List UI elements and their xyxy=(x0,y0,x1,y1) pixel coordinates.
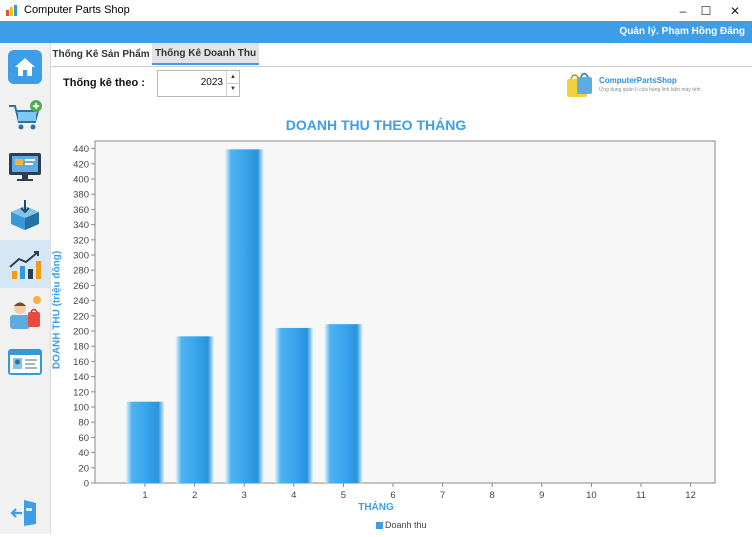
app-icon xyxy=(6,5,17,16)
spinner-arrows: ▲ ▼ xyxy=(226,71,239,96)
legend-label: Doanh thu xyxy=(385,520,427,530)
home-icon xyxy=(8,50,42,84)
filter-label: Thống kê theo : xyxy=(63,77,145,89)
tab-bar: Thống Kê Sản Phẩm Thống Kê Doanh Thu xyxy=(51,43,752,67)
year-spinner[interactable]: 2023 ▲ ▼ xyxy=(157,70,240,97)
shopping-bag-icon xyxy=(567,72,592,97)
logo-name: ComputerPartsShop xyxy=(599,76,677,85)
tab-revenue-statistics[interactable]: Thống Kê Doanh Thu xyxy=(152,43,259,65)
import-box-icon xyxy=(11,200,39,230)
id-card-icon xyxy=(8,349,42,375)
sidebar-item-home[interactable] xyxy=(0,43,50,91)
window-title: Computer Parts Shop xyxy=(24,4,130,16)
spinner-down-button[interactable]: ▼ xyxy=(227,83,239,95)
monitor-icon xyxy=(9,153,41,181)
shop-logo: ComputerPartsShop Ứng dụng quản lí cửa h… xyxy=(564,70,734,98)
logout-button[interactable] xyxy=(0,489,50,537)
close-button[interactable]: ✕ xyxy=(712,0,752,21)
window-titlebar: Computer Parts Shop – ☐ ✕ xyxy=(0,0,752,21)
header-bar: Quản lý. Phạm Hồng Đăng xyxy=(0,21,752,43)
sidebar-item-products[interactable] xyxy=(0,142,50,190)
year-value[interactable]: 2023 xyxy=(201,77,223,88)
y-axis-label: DOANH THU (triệu đồng) xyxy=(51,250,63,370)
statistics-chart-icon xyxy=(9,251,41,279)
sidebar-item-accounts[interactable] xyxy=(0,338,50,386)
chart-title: DOANH THU THEO THÁNG xyxy=(285,117,467,133)
user-label: Quản lý. Phạm Hồng Đăng xyxy=(619,26,745,37)
tab-product-statistics[interactable]: Thống Kê Sản Phẩm xyxy=(51,43,151,65)
legend-swatch xyxy=(376,521,383,529)
x-axis-label: THÁNG xyxy=(358,502,394,513)
sidebar-item-customers[interactable] xyxy=(0,289,50,337)
sidebar-item-import[interactable] xyxy=(0,191,50,239)
customer-staff-icon xyxy=(10,296,41,329)
logo-tagline: Ứng dụng quản lí cửa hàng linh kiện máy … xyxy=(599,87,701,93)
sidebar-item-statistics[interactable] xyxy=(0,240,50,288)
chart-legend: Doanh thu xyxy=(376,520,427,530)
